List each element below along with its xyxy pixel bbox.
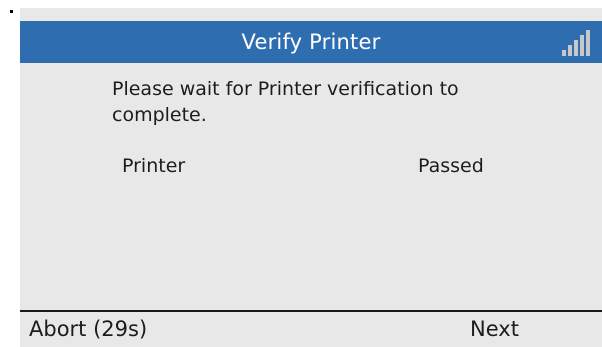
next-button[interactable]: Next	[470, 312, 519, 347]
signal-strength-icon	[562, 30, 592, 56]
title-bar: Verify Printer	[20, 21, 602, 63]
verification-message: Please wait for Printer verification to …	[112, 78, 459, 126]
status-item-name: Printer	[122, 155, 186, 177]
abort-button[interactable]: Abort (29s)	[29, 312, 147, 347]
corner-dot	[10, 10, 13, 13]
status-item-value: Passed	[418, 155, 484, 177]
device-screen: Verify Printer Please wait for Printer v…	[20, 8, 602, 347]
page-title: Verify Printer	[241, 30, 381, 54]
